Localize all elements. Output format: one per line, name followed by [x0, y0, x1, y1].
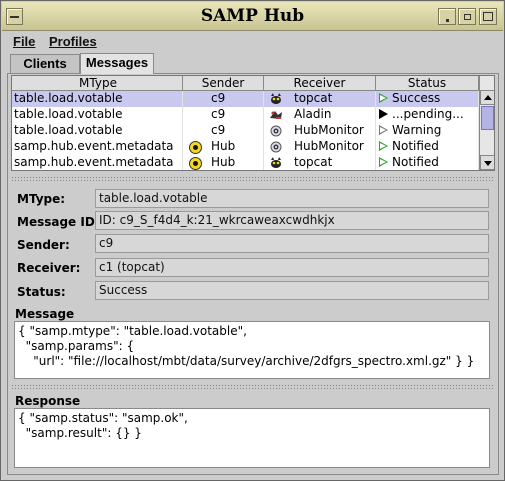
column-header-status[interactable]: Status	[376, 76, 479, 91]
status-text: Notified	[392, 139, 439, 153]
warning-status-icon	[379, 125, 388, 135]
receiver-name: topcat	[294, 155, 333, 169]
maximize-button[interactable]	[458, 8, 476, 25]
menu-profiles[interactable]: Profiles	[49, 34, 97, 49]
status-label: Status:	[17, 285, 66, 299]
status-cell: Warning	[376, 123, 479, 139]
sender-name: c9	[211, 107, 226, 121]
topcat-icon	[271, 157, 281, 168]
receiver-name: Aladin	[294, 107, 332, 121]
receiver-cell: HubMonitor	[264, 139, 376, 155]
receiver-field: c1 (topcat)	[95, 258, 489, 277]
receiver-name: HubMonitor	[294, 139, 364, 153]
receiver-label: Receiver:	[17, 261, 81, 275]
split-pane-divider[interactable]	[11, 384, 495, 389]
samp-hub-window: SAMP Hub File Profiles Clients Messages …	[0, 0, 505, 481]
status-text: Success	[392, 91, 441, 105]
hub-icon	[189, 157, 202, 170]
sender-cell: c9	[183, 107, 264, 123]
status-cell: Success	[376, 91, 479, 107]
maximize-icon	[464, 14, 471, 20]
scroll-up-button[interactable]	[480, 90, 494, 105]
title-bar[interactable]: SAMP Hub	[2, 2, 503, 31]
mtype-cell: samp.hub.event.metadata	[12, 155, 183, 170]
topcat-icon	[271, 93, 281, 104]
arrow-up-icon	[484, 95, 492, 100]
receiver-cell: topcat	[264, 91, 376, 107]
table-row[interactable]: table.load.votable c9 topcat Success	[12, 91, 479, 107]
notified-status-icon	[379, 157, 388, 167]
response-label: Response	[15, 394, 81, 408]
mtype-cell: table.load.votable	[12, 123, 183, 139]
table-row[interactable]: samp.hub.event.metadata Hub HubMonitor N…	[12, 139, 479, 155]
table-row[interactable]: samp.hub.event.metadata Hub topcat Notif…	[12, 155, 479, 170]
status-field: Success	[95, 281, 489, 300]
notified-status-icon	[379, 141, 388, 151]
tab-messages[interactable]: Messages	[80, 53, 154, 74]
column-header-receiver[interactable]: Receiver	[264, 76, 376, 91]
response-textarea[interactable]: { "samp.status": "samp.ok", "samp.result…	[14, 408, 490, 468]
table-row[interactable]: table.load.votable c9 HubMonitor Warning	[12, 123, 479, 139]
table-scrollbar[interactable]	[479, 76, 494, 170]
mtype-cell: table.load.votable	[12, 107, 183, 123]
sender-name: Hub	[211, 139, 236, 153]
close-icon	[483, 12, 493, 21]
minimize-icon	[446, 19, 449, 22]
sender-cell: c9	[183, 91, 264, 107]
status-text: Notified	[392, 155, 439, 169]
sender-cell: Hub	[183, 155, 264, 170]
messages-table: MType Sender Receiver Status table.load.…	[11, 75, 495, 171]
close-button[interactable]	[479, 8, 497, 25]
sender-name: Hub	[211, 155, 236, 169]
mtype-cell: samp.hub.event.metadata	[12, 139, 183, 155]
pending-status-icon	[379, 109, 388, 119]
arrow-down-icon	[484, 161, 492, 166]
menu-file[interactable]: File	[13, 34, 35, 49]
column-header-sender[interactable]: Sender	[183, 76, 264, 91]
sender-name: c9	[211, 123, 226, 137]
mtype-label: MType:	[17, 192, 66, 206]
sender-field: c9	[95, 234, 489, 253]
sender-cell: Hub	[183, 139, 264, 155]
status-cell: Notified	[376, 139, 479, 155]
scroll-down-button[interactable]	[480, 155, 494, 170]
receiver-name: HubMonitor	[294, 123, 364, 137]
status-text: Warning	[392, 123, 442, 137]
receiver-name: topcat	[294, 91, 333, 105]
receiver-cell: HubMonitor	[264, 123, 376, 139]
message-label: Message	[15, 307, 75, 321]
hubmonitor-icon	[270, 125, 282, 137]
message-textarea[interactable]: { "samp.mtype": "table.load.votable", "s…	[14, 321, 490, 379]
scroll-thumb[interactable]	[481, 106, 494, 130]
sender-label: Sender:	[17, 238, 70, 252]
table-row[interactable]: table.load.votable c9 Aladin ...pending.…	[12, 107, 479, 123]
hubmonitor-icon	[270, 141, 282, 153]
menu-bar: File Profiles	[2, 32, 503, 52]
mtype-cell: table.load.votable	[12, 91, 183, 107]
receiver-cell: Aladin	[264, 107, 376, 123]
status-cell: Notified	[376, 155, 479, 170]
message-id-label: Message ID:	[17, 215, 100, 229]
success-status-icon	[379, 93, 388, 103]
aladin-icon	[270, 111, 282, 119]
hub-icon	[189, 141, 202, 154]
status-cell: ...pending...	[376, 107, 479, 123]
sender-name: c9	[211, 91, 226, 105]
column-header-mtype[interactable]: MType	[12, 76, 183, 91]
sender-cell: c9	[183, 123, 264, 139]
split-pane-divider[interactable]	[11, 176, 495, 181]
tab-clients[interactable]: Clients	[10, 54, 80, 73]
window-title: SAMP Hub	[200, 6, 305, 26]
mtype-field: table.load.votable	[95, 189, 489, 208]
menu-file-label: File	[13, 34, 36, 49]
status-text: ...pending...	[392, 107, 464, 121]
receiver-cell: topcat	[264, 155, 376, 170]
menu-profiles-label: Profiles	[49, 34, 97, 49]
table-header: MType Sender Receiver Status	[12, 76, 479, 91]
message-id-field: ID: c9_S_f4d4_k:21_wkrcaweaxcwdhkjx	[95, 211, 489, 230]
minimize-button[interactable]	[438, 8, 456, 25]
